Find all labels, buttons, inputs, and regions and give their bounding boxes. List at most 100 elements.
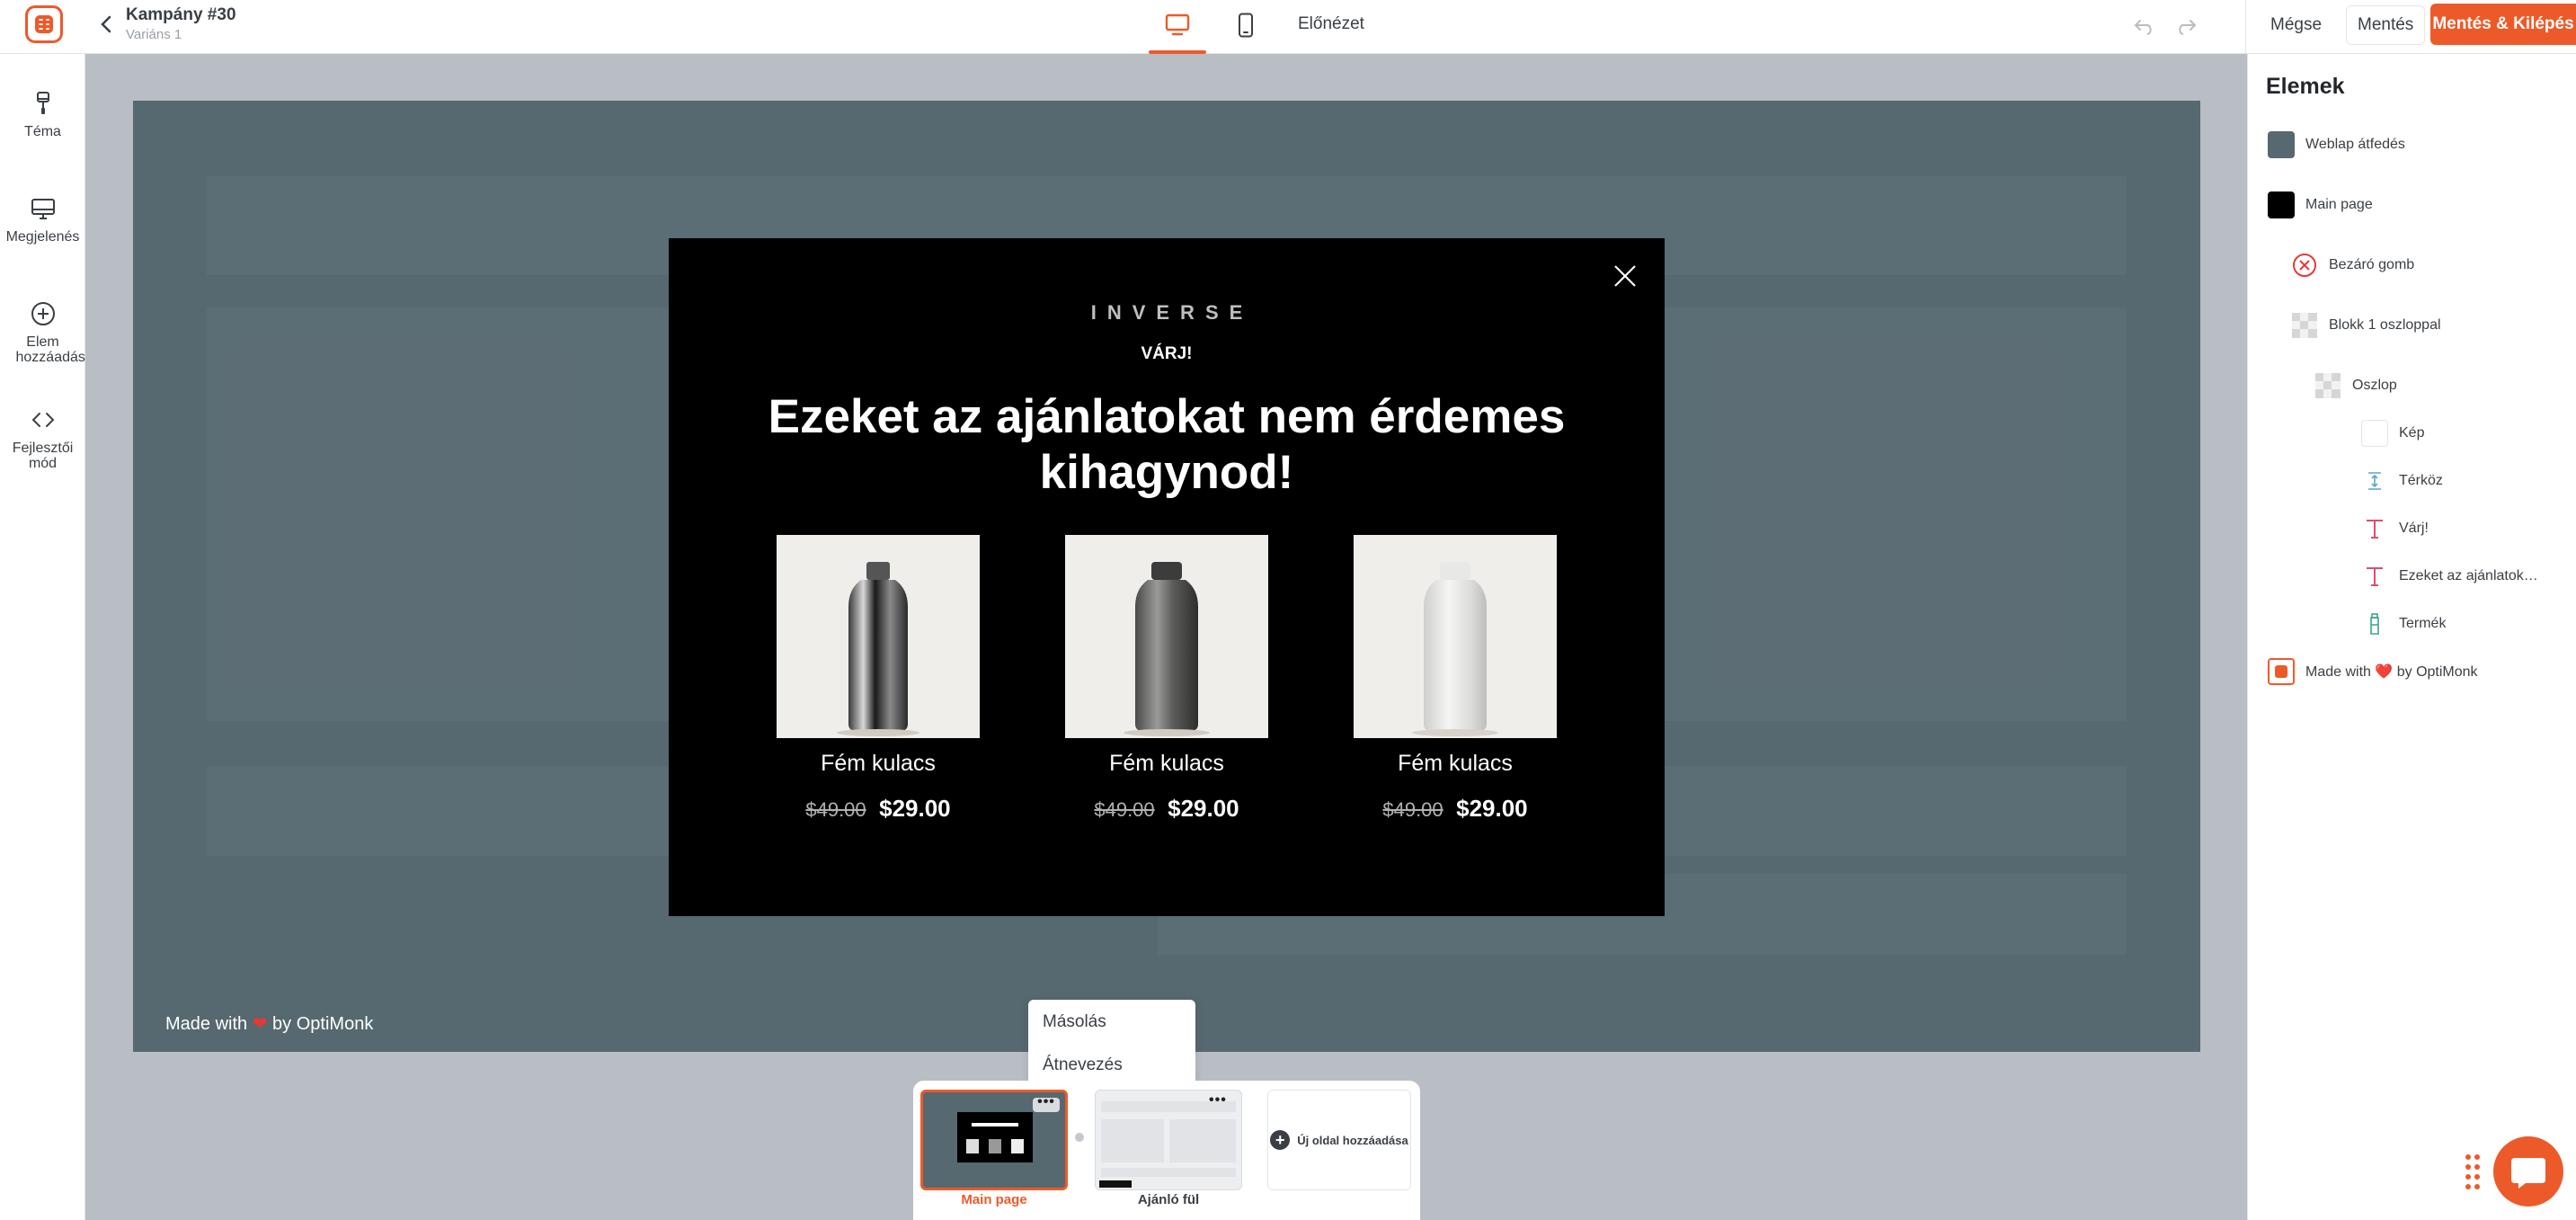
left-toolbar: Téma Megjelenés Elem hozzáadás Fejlesztő… [0, 54, 85, 1220]
code-icon [31, 413, 54, 427]
chat-bubble-icon [2511, 1158, 2545, 1189]
optimonk-logo[interactable] [25, 5, 63, 43]
optimonk-icon [2268, 658, 2295, 685]
menu-item-rename[interactable]: Átnevezés [1043, 1055, 1123, 1075]
product-card[interactable]: Fém kulacs $49.00 $29.00 [777, 535, 980, 823]
product-name: Fém kulacs [1109, 751, 1224, 776]
layer-item-product[interactable]: Termék [2361, 609, 2446, 639]
paintbrush-icon [36, 92, 49, 114]
popup-headline[interactable]: Ezeket az ajánlatokat nem érdemes kihagy… [741, 389, 1593, 501]
desktop-view-button[interactable] [1149, 7, 1206, 54]
product-image [777, 535, 980, 738]
page-label-main[interactable]: Main page [920, 1192, 1068, 1207]
more-options-icon[interactable]: ••• [1209, 1093, 1236, 1110]
undo-icon[interactable] [2132, 13, 2157, 38]
logo-mark-icon [35, 15, 53, 33]
layer-item-text-headline[interactable]: Ezeket az ajánlatoka... [2361, 561, 2543, 592]
layer-item-spacer[interactable]: Térköz [2361, 466, 2443, 496]
brand-logo: INVERSE [1090, 301, 1254, 324]
made-with-prefix: Made with [165, 1014, 248, 1034]
sidebar-item-appearance[interactable]: Megjelenés [0, 195, 85, 245]
text-icon [2367, 520, 2383, 539]
old-price: $49.00 [1382, 798, 1443, 821]
drag-handle-icon[interactable] [1075, 1133, 1084, 1142]
layer-label: Termék [2399, 616, 2447, 631]
close-icon[interactable] [1612, 263, 1638, 289]
layer-label: Oszlop [2352, 378, 2397, 393]
thumbnail-popup-preview [957, 1112, 1033, 1162]
layer-item-text-wait[interactable]: Várj! [2361, 513, 2429, 544]
save-button[interactable]: Mentés [2346, 5, 2426, 45]
product-name: Fém kulacs [821, 751, 936, 776]
column-icon [2315, 373, 2341, 398]
variant-name: Variáns 1 [126, 27, 182, 42]
chat-button[interactable] [2493, 1136, 2563, 1207]
product-image [1065, 535, 1268, 738]
panel-title: Elemek [2266, 74, 2345, 99]
layer-item-block[interactable]: Blokk 1 oszloppal [2291, 310, 2441, 341]
overlay-swatch-icon [2268, 131, 2295, 158]
monitor-icon [31, 199, 55, 219]
layer-label: Blokk 1 oszloppal [2329, 317, 2441, 333]
layer-item-close-button[interactable]: Bezáró gomb [2291, 250, 2414, 281]
cancel-button[interactable]: Mégse [2256, 7, 2337, 43]
product-prices: $49.00 $29.00 [777, 795, 980, 823]
sidebar-item-add-element[interactable]: Elem hozzáadás [0, 300, 85, 365]
close-button-icon [2293, 254, 2316, 277]
mobile-view-button[interactable] [1226, 7, 1266, 43]
product-name: Fém kulacs [1398, 751, 1513, 776]
redo-icon[interactable] [2173, 13, 2198, 38]
made-with-suffix: by OptiMonk [272, 1014, 374, 1034]
add-page-label: Új oldal hozzáadása [1297, 1133, 1408, 1147]
elements-panel: Elemek Weblap átfedés Main page Bezáró g… [2247, 54, 2576, 1220]
sidebar-item-developer-mode[interactable]: Fejlesztői mód [0, 406, 85, 471]
layer-item-main-page[interactable]: Main page [2268, 190, 2373, 220]
layer-item-column[interactable]: Oszlop [2314, 370, 2397, 401]
layer-item-made-with[interactable]: Made with ❤️ by OptiMonk [2268, 656, 2478, 687]
bottle-image [837, 562, 919, 736]
product-icon [2370, 613, 2379, 635]
product-image [1354, 535, 1557, 738]
product-prices: $49.00 $29.00 [1065, 795, 1268, 823]
plus-circle-icon [31, 302, 55, 325]
sidebar-item-theme[interactable]: Téma [0, 90, 85, 139]
sale-price: $29.00 [1456, 795, 1528, 822]
popup-subheading[interactable]: VÁRJ! [669, 344, 1665, 364]
page-thumbnail-main[interactable]: ••• [920, 1090, 1068, 1190]
save-exit-button[interactable]: Mentés & Kilépés [2430, 4, 2576, 45]
layer-item-image[interactable]: Kép [2361, 418, 2424, 449]
old-price: $49.00 [805, 798, 866, 821]
page-thumbnail-tab[interactable]: ••• [1095, 1090, 1242, 1190]
sidebar-item-label: Téma [24, 124, 61, 139]
top-bar: Kampány #30 Variáns 1 Előnézet Mégse Men… [0, 0, 2576, 54]
layer-label: Weblap átfedés [2305, 137, 2405, 152]
product-card[interactable]: Fém kulacs $49.00 $29.00 [1065, 535, 1268, 823]
more-options-icon[interactable]: ••• [1033, 1095, 1060, 1112]
old-price: $49.00 [1094, 798, 1155, 821]
bottle-image [1412, 562, 1498, 736]
heart-icon: ❤ [252, 1014, 268, 1034]
add-page-button[interactable]: + Új oldal hozzáadása [1267, 1090, 1411, 1190]
layer-label: Térköz [2399, 473, 2443, 488]
divider [2245, 0, 2246, 54]
sidebar-item-label: Megjelenés [5, 229, 80, 245]
sidebar-item-label: Elem hozzáadás [15, 334, 85, 365]
campaign-title[interactable]: Kampány #30 [126, 5, 236, 25]
popup[interactable]: INVERSE VÁRJ! Ezeket az ajánlatokat nem … [669, 238, 1665, 916]
page-label-tab[interactable]: Ajánló fül [1095, 1192, 1242, 1207]
preview-button[interactable]: Előnézet [1298, 14, 1364, 34]
block-icon [2292, 313, 2317, 338]
spacer-icon [2368, 472, 2381, 490]
product-card[interactable]: Fém kulacs $49.00 $29.00 [1354, 535, 1557, 823]
image-icon [2361, 420, 2388, 447]
text-icon [2367, 567, 2383, 586]
product-prices: $49.00 $29.00 [1354, 795, 1557, 823]
menu-item-copy[interactable]: Másolás [1043, 1012, 1106, 1032]
back-arrow-icon[interactable] [93, 11, 120, 38]
page-context-menu: Másolás Átnevezés [1028, 1000, 1195, 1090]
editor-canvas[interactable]: INVERSE VÁRJ! Ezeket az ajánlatokat nem … [133, 101, 2200, 1052]
drag-handle-icon[interactable] [2465, 1153, 2481, 1189]
made-with-optimonk[interactable]: Made with ❤ by OptiMonk [165, 1012, 373, 1035]
layer-item-overlay[interactable]: Weblap átfedés [2268, 129, 2405, 160]
layer-label: Bezáró gomb [2329, 257, 2415, 272]
